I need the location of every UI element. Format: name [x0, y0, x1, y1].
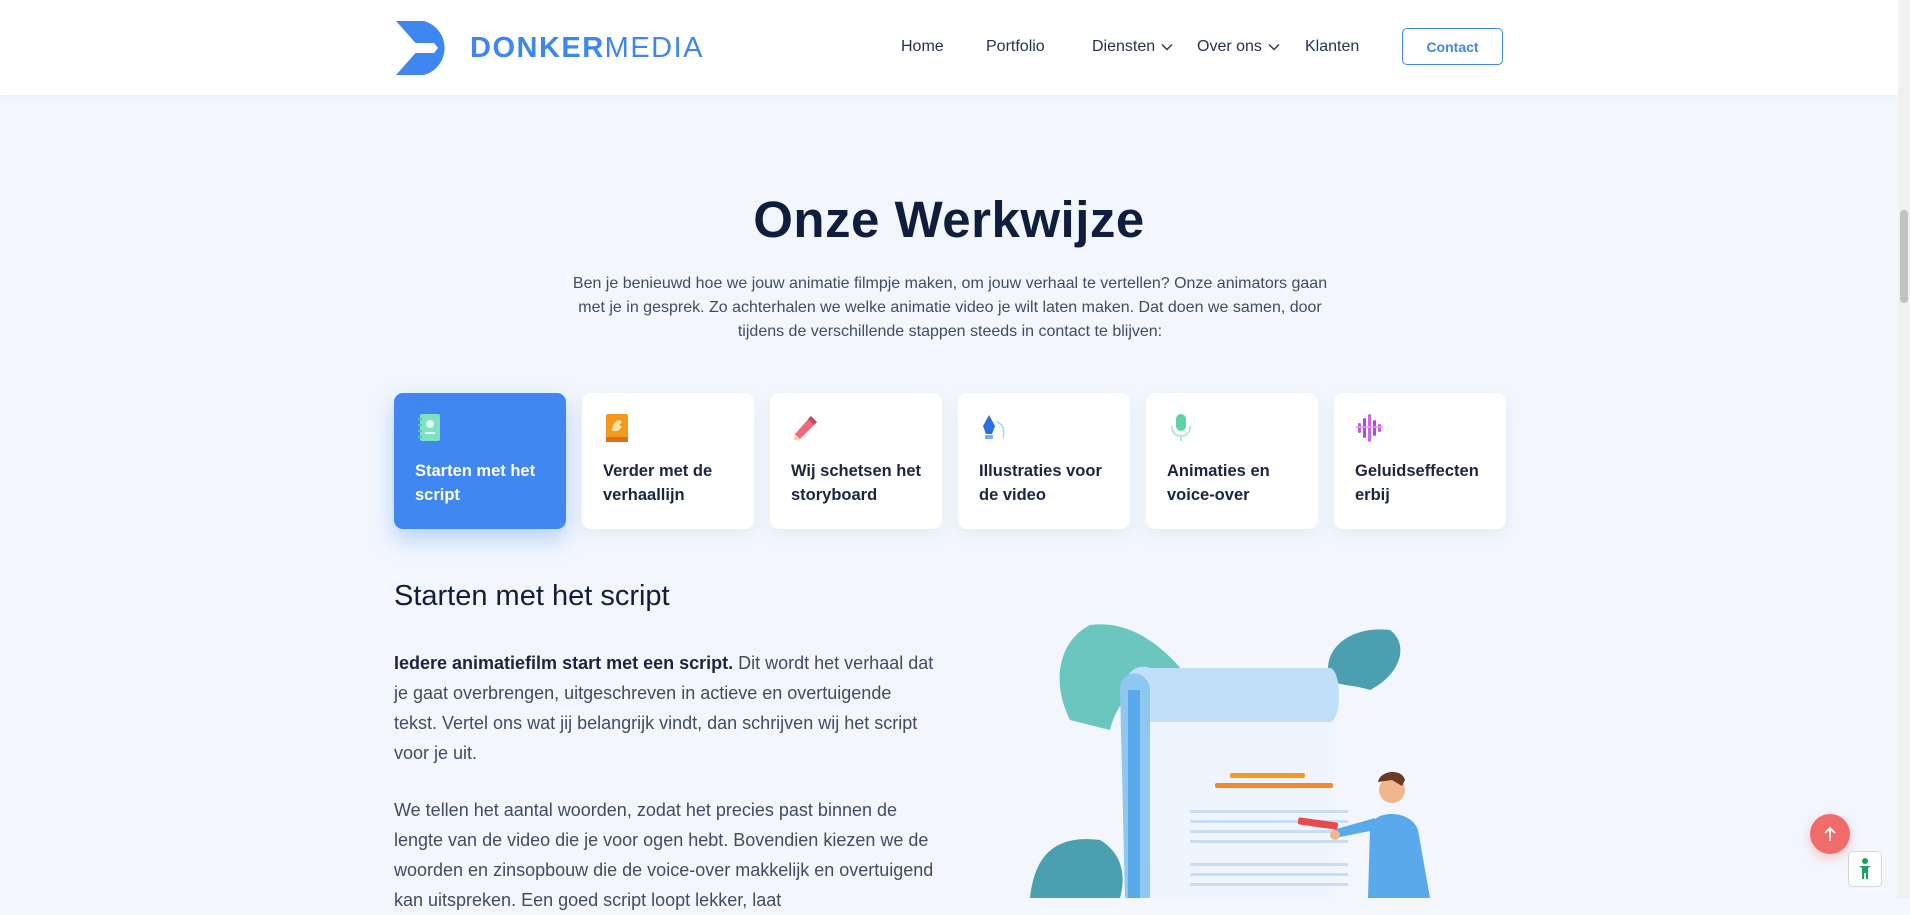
accessibility-button[interactable] — [1848, 851, 1882, 887]
logo-text-light: MEDIA — [604, 31, 705, 64]
nav-klanten[interactable]: Klanten — [1305, 38, 1359, 56]
sound-wave-icon — [1356, 414, 1383, 442]
nav-home[interactable]: Home — [901, 38, 944, 56]
scrollbar-thumb[interactable] — [1900, 210, 1908, 303]
step-card-storyboard[interactable]: Wij schetsen het storyboard — [770, 393, 942, 529]
logo[interactable]: DONKERMEDIA — [394, 19, 704, 77]
step-label: Geluidseffecten erbij — [1355, 462, 1479, 504]
logo-icon — [396, 21, 445, 75]
step-content-title: Starten met het script — [394, 580, 670, 612]
nav-label: Over ons — [1197, 38, 1262, 55]
scrollbar[interactable] — [1898, 0, 1910, 898]
notebook-icon — [418, 414, 440, 441]
step-label: Verder met de verhaallijn — [603, 462, 713, 504]
step-paragraph-1: Iedere animatiefilm start met een script… — [394, 648, 934, 768]
pencil-icon — [794, 416, 817, 440]
nav-label: Portfolio — [986, 38, 1045, 55]
step-label: Wij schetsen het storyboard — [791, 462, 922, 504]
microphone-icon — [1171, 414, 1191, 441]
section-intro: Ben je benieuwd hoe we jouw animatie fil… — [572, 275, 1328, 340]
chevron-down-icon — [1268, 44, 1280, 51]
step-card-illustraties[interactable]: Illustraties voor de video — [958, 393, 1130, 529]
step-card-animaties[interactable]: Animaties en voice-over — [1146, 393, 1318, 529]
step-card-script[interactable]: Starten met het script — [394, 393, 566, 529]
arrow-up-icon — [1824, 826, 1836, 841]
scroll-to-top-button[interactable] — [1810, 814, 1850, 854]
step-label: Starten met het script — [415, 462, 536, 504]
site-header: DONKERMEDIA Home Portfolio Diensten Over… — [0, 0, 1898, 95]
nav-label: Home — [901, 38, 944, 55]
nav-label: Diensten — [1092, 38, 1156, 55]
book-icon — [606, 414, 628, 442]
chevron-down-icon — [1161, 44, 1173, 51]
nav-portfolio[interactable]: Portfolio — [986, 38, 1045, 56]
contact-button[interactable]: Contact — [1402, 28, 1503, 65]
accessibility-icon — [1859, 858, 1871, 879]
script-illustration — [1030, 624, 1430, 898]
step-label: Illustraties voor de video — [979, 462, 1102, 504]
step-card-geluidseffecten[interactable]: Geluidseffecten erbij — [1334, 393, 1506, 529]
step-card-verhaallijn[interactable]: Verder met de verhaallijn — [582, 393, 754, 529]
pen-nib-icon — [983, 415, 1005, 439]
step-paragraph-2: We tellen het aantal woorden, zodat het … — [394, 800, 934, 910]
paragraph-lead: Iedere animatiefilm start met een script… — [394, 653, 734, 673]
logo-text-bold: DONKER — [470, 31, 605, 64]
section-title: Onze Werkwijze — [753, 191, 1145, 248]
nav-diensten[interactable]: Diensten — [1092, 38, 1173, 56]
nav-label: Klanten — [1305, 38, 1360, 55]
step-label: Animaties en voice-over — [1167, 462, 1270, 504]
nav-over-ons[interactable]: Over ons — [1197, 38, 1280, 56]
